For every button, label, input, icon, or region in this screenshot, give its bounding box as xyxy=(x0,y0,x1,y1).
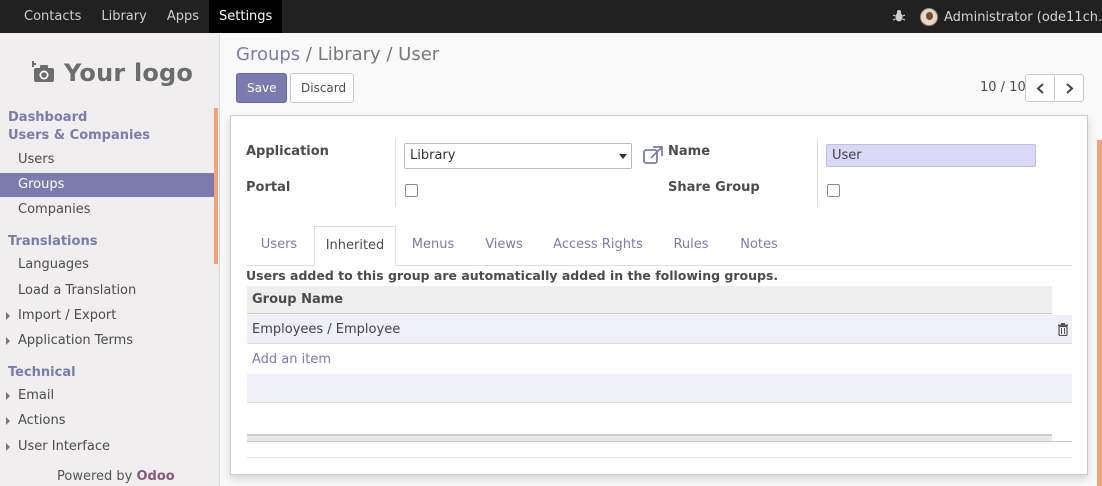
sidebar-item-groups[interactable]: Groups xyxy=(0,173,214,197)
chevron-left-icon xyxy=(1036,83,1044,94)
sidebar-section-dashboard[interactable]: Dashboard xyxy=(8,110,87,125)
share-group-checkbox[interactable] xyxy=(827,184,840,197)
tab-inherited[interactable]: Inherited xyxy=(314,226,396,266)
user-name: Administrator (ode11ch... xyxy=(944,9,1102,25)
tab-rules[interactable]: Rules xyxy=(662,226,720,266)
menu-settings[interactable]: Settings xyxy=(209,0,283,33)
table-footer-line xyxy=(247,441,1072,442)
column-group-name[interactable]: Group Name xyxy=(252,286,343,314)
avatar xyxy=(920,8,938,26)
sidebar-item-label: Import / Export xyxy=(18,308,117,323)
caret-right-icon xyxy=(6,443,10,451)
sidebar-item-actions[interactable]: Actions xyxy=(0,409,214,433)
breadcrumb-groups[interactable]: Groups xyxy=(236,44,300,65)
save-button[interactable]: Save xyxy=(236,73,287,103)
sidebar-section-technical[interactable]: Technical xyxy=(8,365,76,380)
sidebar-item-label: Email xyxy=(18,388,55,403)
top-navbar: Contacts Library Apps Settings Administr… xyxy=(0,0,1102,33)
field-separator xyxy=(395,139,396,207)
add-item-link[interactable]: Add an item xyxy=(252,345,331,374)
sidebar-item-load-translation[interactable]: Load a Translation xyxy=(0,279,214,303)
portal-label: Portal xyxy=(246,180,291,195)
sidebar-item-email[interactable]: Email xyxy=(0,384,214,408)
caret-right-icon xyxy=(6,392,10,400)
caret-right-icon xyxy=(6,337,10,345)
sidebar-item-companies[interactable]: Companies xyxy=(0,198,214,222)
menu-apps[interactable]: Apps xyxy=(157,0,209,33)
application-select-value: Library xyxy=(410,148,456,163)
trash-icon[interactable] xyxy=(1057,323,1069,336)
page-scrollbar[interactable] xyxy=(1097,140,1102,486)
caret-right-icon xyxy=(6,312,10,320)
caret-down-icon xyxy=(619,154,627,159)
pager-value[interactable]: 10 / 10 xyxy=(980,80,1026,95)
sidebar-item-label: Actions xyxy=(18,413,66,428)
tab-users[interactable]: Users xyxy=(248,226,310,266)
app-menu: Contacts Library Apps Settings xyxy=(14,0,283,33)
pager-previous-button[interactable] xyxy=(1025,74,1055,102)
sidebar-item-user-interface[interactable]: User Interface xyxy=(0,435,214,459)
caret-right-icon xyxy=(6,417,10,425)
chevron-right-icon xyxy=(1066,83,1074,94)
odoo-link[interactable]: Odoo xyxy=(137,469,175,484)
table-header: Group Name xyxy=(247,286,1052,314)
breadcrumb-separator: / xyxy=(305,44,312,65)
company-logo[interactable]: Your logo xyxy=(32,55,193,91)
add-item-row: Add an item xyxy=(247,345,1072,374)
menu-contacts[interactable]: Contacts xyxy=(14,0,91,33)
field-separator xyxy=(817,139,818,207)
user-menu[interactable]: Administrator (ode11ch... xyxy=(920,7,1102,27)
portal-checkbox[interactable] xyxy=(405,184,418,197)
sidebar-item-languages[interactable]: Languages xyxy=(0,253,214,277)
sidebar-section-users-companies[interactable]: Users & Companies xyxy=(8,128,150,143)
sidebar: Your logo Dashboard Users & Companies Us… xyxy=(0,33,220,486)
tab-views[interactable]: Views xyxy=(472,226,536,266)
sidebar-item-label: User Interface xyxy=(18,439,110,454)
name-label: Name xyxy=(668,144,711,159)
discard-button[interactable]: Discard xyxy=(290,73,354,103)
group-name-cell: Employees / Employee xyxy=(252,322,401,337)
sidebar-section-translations[interactable]: Translations xyxy=(8,234,97,249)
table-footer xyxy=(247,434,1052,441)
sidebar-scrollbar[interactable] xyxy=(214,108,218,264)
table-row xyxy=(247,374,1072,403)
powered-by-label: Powered by xyxy=(57,469,133,484)
camera-icon xyxy=(32,61,54,82)
tab-access-rights[interactable]: Access Rights xyxy=(542,226,654,266)
table-row[interactable]: Employees / Employee xyxy=(247,315,1072,344)
debug-bug-icon[interactable] xyxy=(892,9,906,23)
inherited-help-text: Users added to this group are automatica… xyxy=(246,268,779,283)
share-group-label: Share Group xyxy=(668,180,760,195)
table-header-spacer xyxy=(1052,286,1072,314)
sidebar-item-import-export[interactable]: Import / Export xyxy=(0,304,214,328)
name-input[interactable]: User xyxy=(826,144,1036,167)
powered-by: Powered by Odoo xyxy=(57,469,175,484)
sidebar-item-users[interactable]: Users xyxy=(0,148,214,172)
pager-next-button[interactable] xyxy=(1054,74,1084,102)
external-link-icon[interactable] xyxy=(643,146,663,164)
breadcrumb-current: Library / User xyxy=(317,44,440,65)
sidebar-item-application-terms[interactable]: Application Terms xyxy=(0,329,214,353)
divider xyxy=(247,457,1072,458)
breadcrumb: Groups / Library / User xyxy=(236,44,439,65)
menu-library[interactable]: Library xyxy=(91,0,156,33)
application-label: Application xyxy=(246,144,329,159)
application-select[interactable]: Library xyxy=(404,143,632,169)
tab-menus[interactable]: Menus xyxy=(400,226,466,266)
logo-text: Your logo xyxy=(64,59,194,87)
tab-notes[interactable]: Notes xyxy=(728,226,790,266)
sidebar-item-label: Application Terms xyxy=(18,333,134,348)
